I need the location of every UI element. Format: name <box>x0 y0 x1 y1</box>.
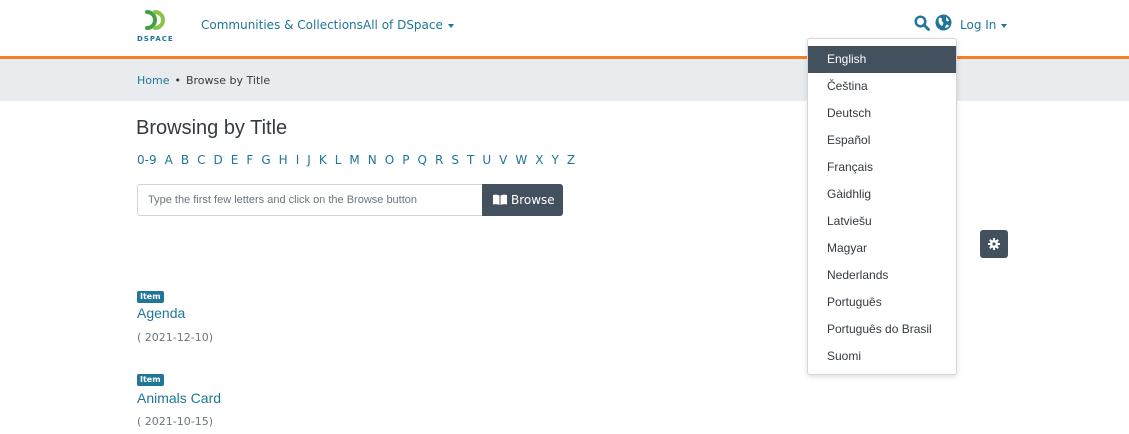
breadcrumb-current: Browse by Title <box>185 74 271 87</box>
site-header: DSPACE Communities & Collections All of … <box>0 0 1129 56</box>
nav-communities-collections[interactable]: Communities & Collections <box>201 18 363 32</box>
alpha-link[interactable]: K <box>319 153 327 167</box>
alpha-link[interactable]: F <box>246 153 253 167</box>
alpha-link[interactable]: S <box>451 153 459 167</box>
chevron-down-icon <box>447 23 454 28</box>
language-option-portugues[interactable]: Português <box>808 289 956 316</box>
alpha-link[interactable]: J <box>307 153 311 167</box>
language-option-portugues-brasil[interactable]: Português do Brasil <box>808 316 956 343</box>
language-option-magyar[interactable]: Magyar <box>808 235 956 262</box>
settings-button[interactable] <box>980 230 1008 258</box>
alpha-link[interactable]: R <box>435 153 443 167</box>
login-label: Log In <box>960 18 997 32</box>
language-option-gaidhlig[interactable]: Gàidhlig <box>808 181 956 208</box>
alpha-link[interactable]: B <box>181 153 189 167</box>
language-option-cestina[interactable]: Čeština <box>808 73 956 100</box>
browse-input[interactable]: Type the first few letters and click on … <box>137 184 482 216</box>
chevron-down-icon <box>1001 23 1008 28</box>
alpha-link[interactable]: V <box>499 153 507 167</box>
alpha-link[interactable]: Z <box>567 153 575 167</box>
item-date: ( 2021-10-15) <box>137 415 214 428</box>
language-option-espanol[interactable]: Español <box>808 127 956 154</box>
alpha-link[interactable]: E <box>231 153 239 167</box>
alpha-link[interactable]: W <box>515 153 527 167</box>
alpha-link[interactable]: 0-9 <box>137 153 157 167</box>
browse-button[interactable]: Browse <box>482 184 563 216</box>
alpha-link[interactable]: H <box>279 153 288 167</box>
language-option-francais[interactable]: Français <box>808 154 956 181</box>
alpha-link[interactable]: A <box>165 153 173 167</box>
alpha-link[interactable]: Q <box>418 153 427 167</box>
language-option-nederlands[interactable]: Nederlands <box>808 262 956 289</box>
alpha-link[interactable]: O <box>385 153 394 167</box>
breadcrumb-home[interactable]: Home <box>137 74 169 87</box>
language-option-english[interactable]: English <box>808 46 956 73</box>
browse-button-label: Browse <box>511 193 555 207</box>
breadcrumb: Home • Browse by Title <box>137 74 270 87</box>
item-title[interactable]: Animals Card <box>137 390 221 406</box>
item-badge: Item <box>137 291 164 303</box>
alpha-link[interactable]: M <box>349 153 359 167</box>
alpha-link[interactable]: I <box>296 153 300 167</box>
language-dropdown-menu: English Čeština Deutsch Español Français… <box>807 38 957 375</box>
alphabet-nav: 0-9 A B C D E F G H I J K L M N O P Q R … <box>137 153 578 167</box>
language-option-latviesu[interactable]: Latviešu <box>808 208 956 235</box>
breadcrumb-separator: • <box>174 74 181 87</box>
login-dropdown[interactable]: Log In <box>960 18 1008 32</box>
nav-all-of-dspace-label: All of DSpace <box>363 18 443 32</box>
gear-icon <box>988 238 1000 250</box>
globe-icon[interactable] <box>935 14 952 31</box>
language-option-suomi[interactable]: Suomi <box>808 343 956 370</box>
alpha-link[interactable]: C <box>197 153 205 167</box>
item-date: ( 2021-12-10) <box>137 331 214 344</box>
alpha-link[interactable]: N <box>368 153 377 167</box>
logo-text: DSPACE <box>137 35 174 43</box>
alpha-link[interactable]: T <box>467 153 474 167</box>
search-icon[interactable] <box>914 15 930 31</box>
alpha-link[interactable]: D <box>214 153 223 167</box>
item-badge: Item <box>137 374 164 386</box>
item-title[interactable]: Agenda <box>137 305 185 321</box>
language-option-deutsch[interactable]: Deutsch <box>808 100 956 127</box>
alpha-link[interactable]: P <box>402 153 409 167</box>
alpha-link[interactable]: L <box>335 153 342 167</box>
alpha-link[interactable]: Y <box>552 153 559 167</box>
nav-all-of-dspace[interactable]: All of DSpace <box>363 18 454 32</box>
page-title: Browsing by Title <box>136 117 288 139</box>
alpha-link[interactable]: X <box>535 153 543 167</box>
alpha-link[interactable]: G <box>261 153 270 167</box>
alpha-link[interactable]: U <box>482 153 491 167</box>
book-icon <box>493 194 507 205</box>
